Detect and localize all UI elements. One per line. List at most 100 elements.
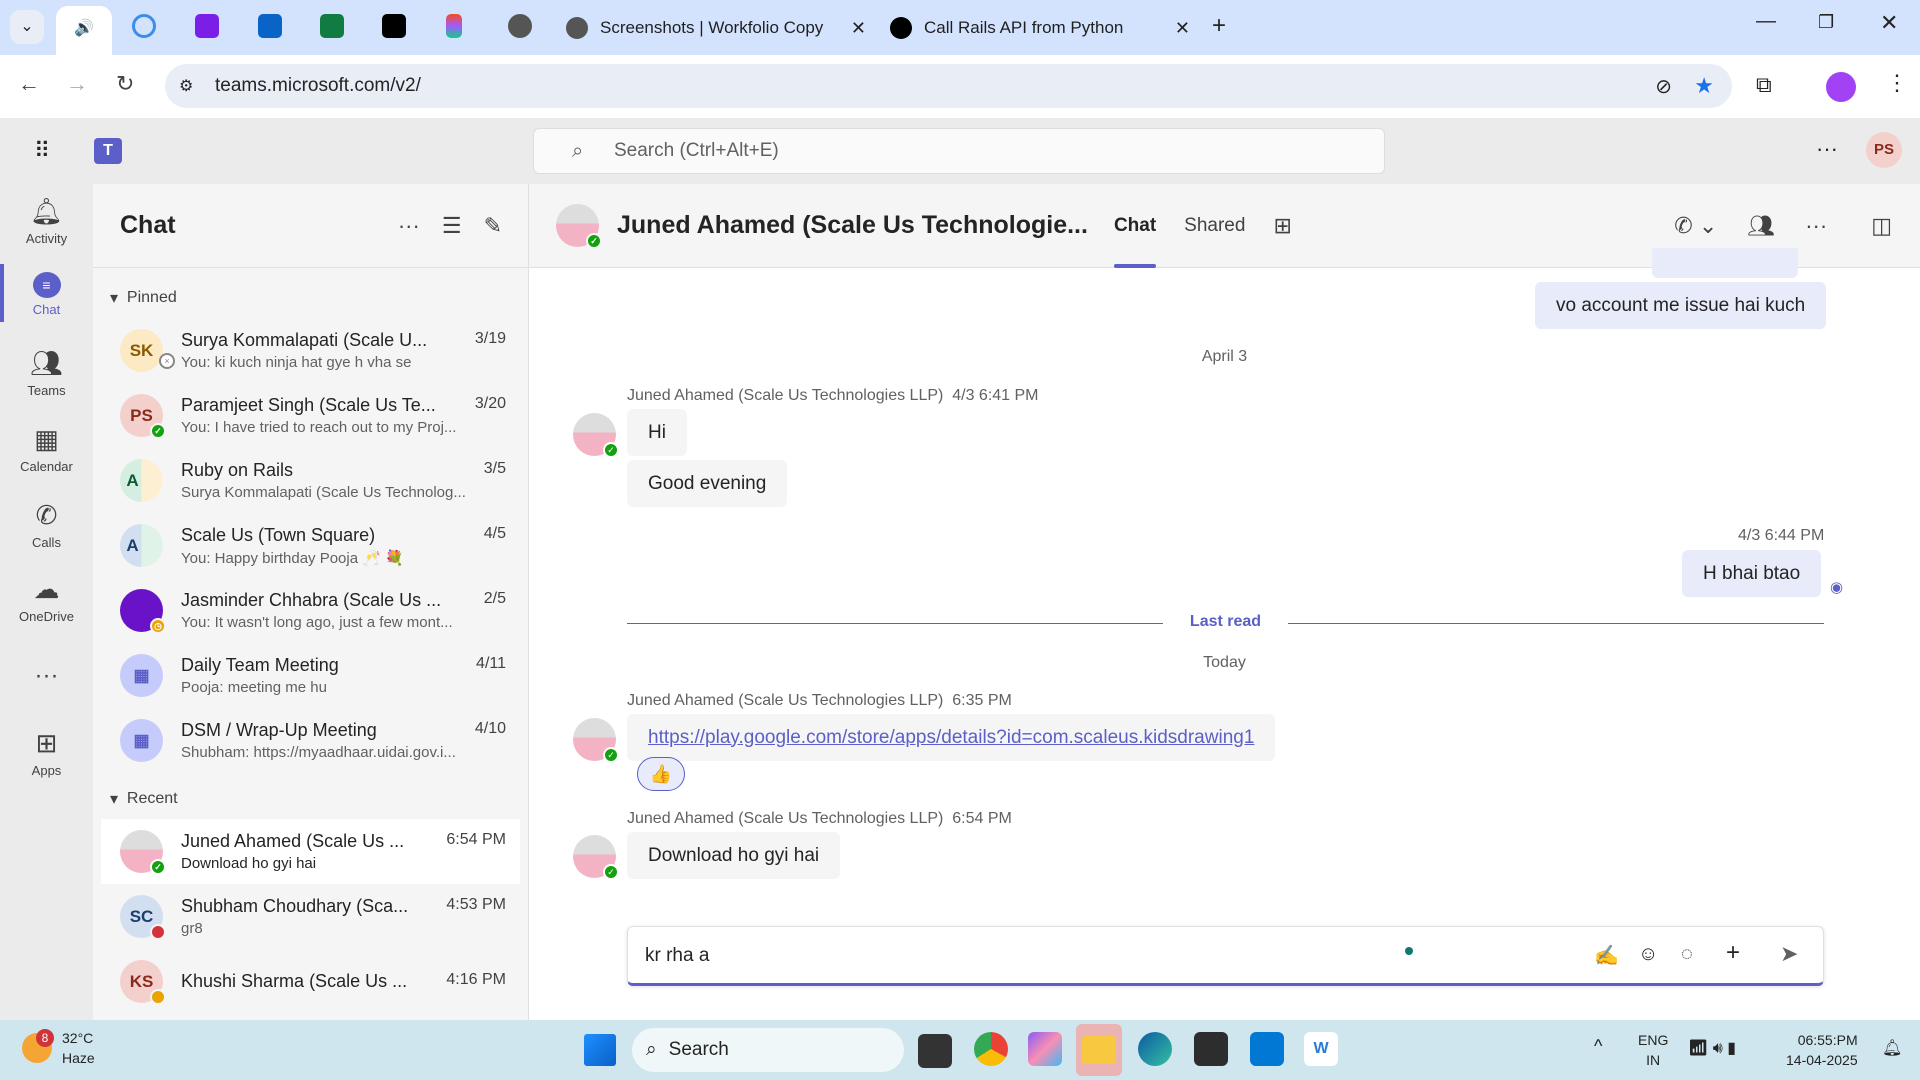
reload-button[interactable]: ↻ (116, 71, 134, 97)
chat-list-item[interactable]: A Ruby on Rails 3/5 Surya Kommalapati (Scal… (93, 448, 528, 513)
search-icon: ⌕ (572, 139, 584, 162)
excel-tab-icon[interactable] (320, 14, 344, 38)
format-icon[interactable]: ✍ (1594, 943, 1619, 968)
outlook-tab-icon[interactable] (258, 14, 282, 38)
edge-icon[interactable] (1138, 1032, 1172, 1066)
new-chat-icon[interactable]: ✎ (484, 213, 502, 239)
vscode-icon[interactable] (1250, 1032, 1284, 1066)
chat-list-item[interactable]: A Scale Us (Town Square) 4/5 You: Happy bir… (93, 513, 528, 578)
extensions-icon[interactable]: ⧉ (1756, 72, 1772, 98)
rail-onedrive[interactable]: ☁︎ OneDrive (0, 574, 93, 624)
add-people-icon[interactable]: 👥︎ (1747, 213, 1775, 239)
back-button[interactable]: ← (18, 71, 40, 97)
pinned-tab-icon[interactable] (382, 14, 406, 38)
word-icon[interactable]: W (1304, 1032, 1338, 1066)
message-bubble-received[interactable]: Download ho gyi hai (627, 832, 841, 879)
browser-menu-icon[interactable]: ⋮ (1886, 70, 1908, 96)
chat-list-item[interactable]: ▦ DSM / Wrap-Up Meeting 4/10 Shubham: https… (93, 708, 528, 773)
message-input[interactable]: kr rha a (645, 945, 709, 967)
rail-teams[interactable]: 👥︎ Teams (0, 348, 93, 398)
chat-list-item[interactable]: KS Khushi Sharma (Scale Us ... 4:16 PM (93, 949, 528, 1014)
filter-icon[interactable]: ☰ (442, 213, 462, 239)
attach-plus-icon[interactable]: + (1726, 939, 1740, 967)
url-bar[interactable]: ⚙ teams.microsoft.com/v2/ ⊘ ★ (165, 64, 1732, 108)
chat-list-item-selected[interactable]: ✓ Juned Ahamed (Scale Us ... 6:54 PM Downlo… (101, 819, 520, 884)
start-button[interactable] (584, 1034, 616, 1066)
user-avatar[interactable]: PS (1866, 132, 1902, 168)
weather-widget[interactable]: 8 32°C Haze (22, 1028, 95, 1068)
tab-shared[interactable]: Shared (1184, 184, 1245, 268)
rail-chat[interactable]: ≡ Chat (0, 272, 93, 317)
active-tab[interactable]: 🔊 (56, 6, 112, 55)
search-input[interactable]: ⌕ Search (Ctrl+Alt+E) (533, 128, 1385, 174)
sender-avatar[interactable]: ✓ (573, 718, 619, 763)
app-rail: 🔔︎ Activity ≡ Chat 👥︎ Teams ▦ Calendar ✆ Call… (0, 184, 93, 1020)
chat-list-item[interactable]: SC Shubham Choudhary (Sca... 4:53 PM gr8 (93, 884, 528, 949)
profile-avatar[interactable] (1826, 72, 1856, 102)
side-panel-icon[interactable]: ◫ (1871, 213, 1892, 239)
new-tab-button[interactable]: + (1212, 12, 1226, 40)
clock[interactable]: 06:55:PM 14-04-2025 (1786, 1030, 1858, 1070)
tab-search-button[interactable]: ⌄ (10, 10, 44, 44)
tab-chat[interactable]: Chat (1113, 184, 1157, 268)
rail-more[interactable]: ··· (0, 662, 93, 690)
loop-icon[interactable]: ◌ (1681, 943, 1693, 966)
camera-off-icon[interactable]: ⊘ (1655, 74, 1672, 99)
show-hidden-icons[interactable]: ^ (1594, 1036, 1602, 1057)
message-bubble-sent[interactable]: H bhai btao (1682, 550, 1822, 597)
more-options-icon[interactable]: ··· (1816, 136, 1838, 162)
message-bubble-received[interactable]: Good evening (627, 460, 788, 507)
rail-apps[interactable]: ⊞ Apps (0, 728, 93, 778)
message-bubble-received[interactable]: https://play.google.com/store/apps/detai… (627, 714, 1276, 761)
file-explorer-active[interactable] (1076, 1024, 1122, 1076)
chat-list-item[interactable]: SK × Surya Kommalapati (Scale U... 3/19 You:… (93, 318, 528, 383)
figma-tab-icon[interactable] (446, 14, 462, 38)
pinned-tab-icon[interactable] (195, 14, 219, 38)
sender-avatar[interactable]: ✓ (573, 835, 619, 880)
rail-calendar[interactable]: ▦ Calendar (0, 424, 93, 474)
add-tab-icon[interactable]: ⊞ (1273, 184, 1291, 268)
site-settings-icon[interactable]: ⚙ (179, 76, 193, 96)
message-link[interactable]: https://play.google.com/store/apps/detai… (648, 727, 1254, 749)
terminal-icon[interactable] (1194, 1032, 1228, 1066)
rail-activity[interactable]: 🔔︎ Activity (0, 196, 93, 246)
message-bubble-sent[interactable]: vo account me issue hai kuch (1535, 282, 1827, 329)
notification-bell-icon[interactable]: 🔔︎ (1882, 1038, 1902, 1058)
pinned-section-toggle[interactable]: ▾ Pinned (93, 278, 528, 318)
chat-list-item[interactable]: ◷ Jasminder Chhabra (Scale Us ... 2/5 You: … (93, 578, 528, 643)
message-composer[interactable]: kr rha a ✍ ☺ ◌ + ➤ (627, 926, 1824, 986)
call-icon[interactable]: ✆ ⌄ (1674, 213, 1717, 239)
app-launcher-icon[interactable]: ⠿ (34, 138, 50, 164)
tab-call-rails[interactable]: Call Rails API from Python ✕ (890, 8, 1190, 48)
copilot-icon[interactable] (1028, 1032, 1062, 1066)
sender-avatar[interactable]: ✓ (573, 413, 619, 458)
close-tab-icon[interactable]: ✕ (851, 18, 866, 39)
message-bubble-sent[interactable] (1652, 248, 1798, 278)
bookmark-star-icon[interactable]: ★ (1694, 73, 1714, 99)
system-tray-icons[interactable]: 📶︎ 🔊︎ ▮ (1688, 1038, 1736, 1058)
taskbar-search[interactable]: ⌕ Search (632, 1028, 904, 1072)
chat-list-header: Chat ··· ☰ ✎ (93, 184, 528, 268)
more-icon[interactable]: ··· (1805, 213, 1827, 239)
message-bubble-received[interactable]: Hi (627, 409, 687, 456)
pinned-tab-icon[interactable] (132, 14, 156, 38)
chat-title[interactable]: Juned Ahamed (Scale Us Technologie... (617, 211, 1088, 240)
send-icon[interactable]: ➤ (1780, 941, 1798, 967)
more-icon[interactable]: ··· (398, 213, 420, 239)
tab-screenshots[interactable]: Screenshots | Workfolio Copy ✕ (566, 8, 866, 48)
close-window-button[interactable]: ✕ (1880, 10, 1898, 36)
emoji-icon[interactable]: ☺ (1638, 943, 1658, 966)
chrome-icon[interactable] (974, 1032, 1008, 1066)
reaction-thumbs-up[interactable]: 👍 (637, 757, 685, 791)
forward-button[interactable]: → (66, 71, 88, 97)
task-view-icon[interactable] (918, 1034, 952, 1068)
chat-list-item[interactable]: PS ✓ Paramjeet Singh (Scale Us Te... 3/20 Yo… (93, 383, 528, 448)
chat-list-item[interactable]: ▦ Daily Team Meeting 4/11 Pooja: meeting me… (93, 643, 528, 708)
minimize-button[interactable]: — (1756, 10, 1776, 33)
language-indicator[interactable]: ENG IN (1638, 1030, 1668, 1070)
restore-button[interactable]: ❐ (1818, 12, 1834, 33)
rail-calls[interactable]: ✆ Calls (0, 500, 93, 550)
globe-tab-icon[interactable] (508, 14, 532, 38)
close-tab-icon[interactable]: ✕ (1175, 18, 1190, 39)
recent-section-toggle[interactable]: ▾ Recent (93, 779, 528, 819)
